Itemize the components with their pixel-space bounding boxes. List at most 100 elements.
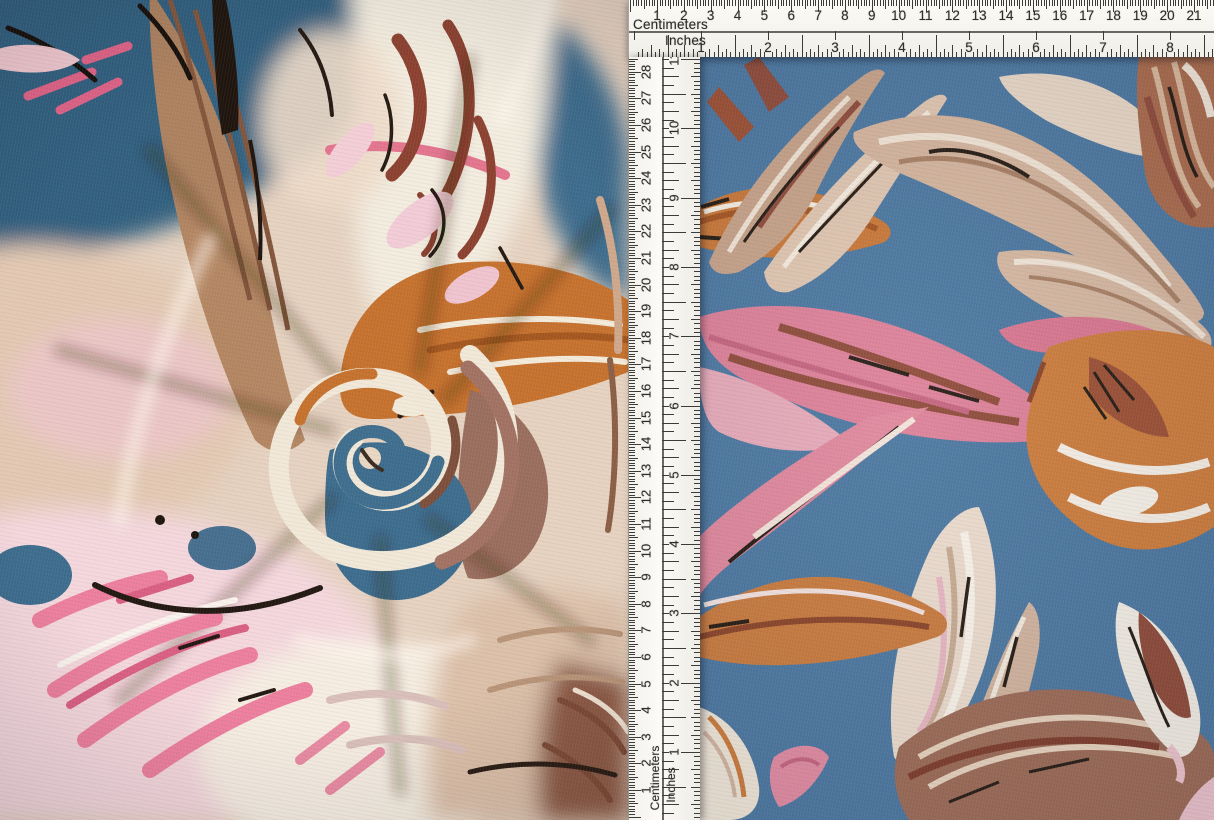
inch-fine-tick (694, 761, 700, 762)
cm-tick (1092, 0, 1093, 6)
inch-tick (662, 717, 686, 718)
cm-tick (638, 0, 639, 6)
cm-tick (629, 452, 635, 453)
inch-tick (1036, 31, 1037, 40)
cm-tick (968, 0, 969, 6)
inch-tick (662, 414, 674, 415)
inch-tick (768, 31, 769, 40)
inch-tick (1111, 49, 1112, 57)
cm-tick (1183, 0, 1184, 6)
cm-tick (1207, 0, 1208, 9)
inch-tick (747, 52, 748, 57)
cm-number: 6 (640, 653, 653, 660)
inch-tick (662, 241, 674, 242)
inch-fine-tick (694, 462, 700, 463)
cm-tick (629, 495, 635, 496)
cm-tick (727, 0, 728, 6)
inch-fine-tick (694, 449, 700, 450)
cm-tick (695, 0, 696, 6)
cm-tick (939, 0, 940, 9)
inch-tick (856, 52, 857, 57)
cm-tick (629, 383, 635, 384)
cm-tick (1108, 0, 1109, 6)
inch-tick (793, 49, 794, 57)
inch-fine-tick (691, 163, 700, 164)
cm-number: 1 (653, 9, 661, 23)
cm-tick (629, 580, 635, 581)
cm-tick (629, 133, 635, 134)
cm-tick (649, 0, 650, 6)
inch-number: 5 (668, 471, 681, 478)
cm-tick (629, 407, 635, 408)
cm-tick (874, 0, 875, 6)
cm-tick (629, 809, 635, 810)
cm-number: 24 (640, 171, 653, 185)
inch-tick (662, 761, 674, 762)
inch-tick (852, 45, 853, 57)
cm-tick (629, 412, 635, 413)
inch-tick (915, 52, 916, 57)
inch-tick (1162, 49, 1163, 57)
inch-tick (1212, 49, 1213, 57)
cm-number: 7 (640, 627, 653, 634)
inch-fine-tick (691, 406, 700, 407)
inch-fine-tick (694, 176, 700, 177)
inch-tick (982, 52, 983, 57)
cm-number: 10 (640, 543, 653, 557)
inch-fine-tick (694, 514, 700, 515)
inch-fine-tick (691, 250, 700, 251)
cm-tick (629, 335, 635, 336)
inch-fine-tick (694, 722, 700, 723)
inch-tick (662, 700, 679, 701)
cm-tick (629, 718, 635, 719)
inch-tick (676, 49, 677, 57)
inch-fine-tick (691, 631, 700, 632)
inch-tick (881, 52, 882, 57)
inch-fine-tick (694, 375, 700, 376)
cm-tick (1175, 0, 1176, 6)
inch-number: 9 (668, 194, 681, 201)
cm-tick (629, 64, 635, 65)
cm-tick (1052, 0, 1053, 6)
inch-fine-tick (694, 696, 700, 697)
inch-fine-tick (691, 128, 700, 129)
cm-tick (721, 0, 722, 6)
cm-tick (629, 423, 635, 424)
cm-tick (629, 298, 638, 299)
cm-tick (629, 317, 635, 318)
cm-tick (797, 0, 798, 6)
inch-fine-tick (694, 72, 700, 73)
cm-tick (705, 0, 706, 6)
inch-tick (835, 31, 836, 40)
cm-number: 14 (999, 9, 1014, 23)
cm-tick (1025, 0, 1026, 6)
cm-tick (869, 0, 870, 6)
cm-tick (644, 0, 645, 9)
inch-tick (662, 310, 674, 311)
cm-number: 4 (640, 707, 653, 714)
cm-tick (629, 229, 635, 230)
cm-tick (629, 473, 635, 474)
inch-fine-tick (691, 284, 700, 285)
inch-tick (662, 492, 679, 493)
inch-tick (785, 45, 786, 57)
inch-tick (662, 648, 686, 649)
cm-tick (681, 0, 682, 6)
cm-tick (1001, 0, 1002, 6)
cm-tick (629, 202, 635, 203)
cm-tick (1076, 0, 1077, 6)
cm-tick (823, 0, 824, 6)
cm-tick (1003, 0, 1004, 6)
cm-tick (629, 771, 635, 772)
cm-tick (629, 787, 635, 788)
inch-tick (709, 49, 710, 57)
cm-number: 19 (1133, 9, 1148, 23)
inch-fine-tick (694, 306, 700, 307)
inch-tick (662, 397, 674, 398)
cm-tick (1073, 0, 1074, 9)
inch-fine-tick (694, 228, 700, 229)
cm-tick (629, 633, 635, 634)
cm-tick (629, 160, 635, 161)
inch-number: 3 (831, 41, 839, 55)
inch-tick (1011, 49, 1012, 57)
